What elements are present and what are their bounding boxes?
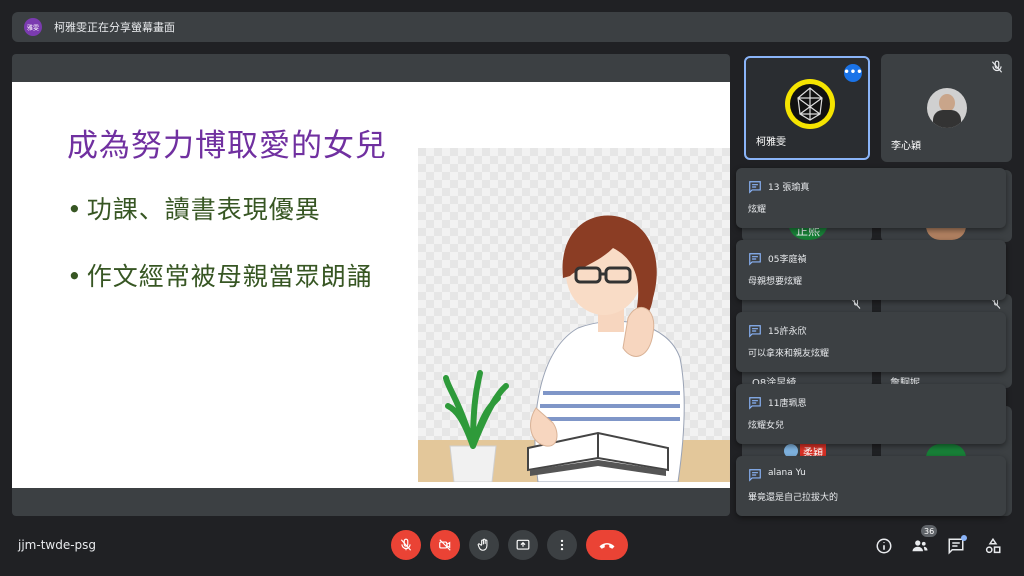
unread-dot bbox=[961, 535, 967, 541]
slide-title: 成為努力博取愛的女兒 bbox=[67, 128, 387, 164]
chat-message-toast[interactable]: alana Yu 畢竟還是自己拉拔大的 bbox=[736, 456, 1006, 516]
chat-sender: 13 張瑜真 bbox=[768, 183, 810, 193]
mic-toggle-button[interactable] bbox=[391, 530, 421, 560]
chat-message-toast[interactable]: 11唐珮恩 炫耀女兒 bbox=[736, 384, 1006, 444]
chat-message-toast[interactable]: 15許永欣 可以拿來和親友炫耀 bbox=[736, 312, 1006, 372]
mic-off-icon bbox=[400, 538, 412, 551]
chat-icon bbox=[749, 253, 761, 266]
more-options-button[interactable] bbox=[547, 530, 577, 560]
chat-message-toast[interactable]: 05李庭禎 母親想要炫耀 bbox=[736, 240, 1006, 300]
chat-message: 畢竟還是自己拉拔大的 bbox=[748, 493, 839, 503]
chat-icon bbox=[749, 397, 761, 410]
leave-call-button[interactable] bbox=[586, 530, 628, 560]
activities-button[interactable] bbox=[983, 536, 1003, 556]
chat-icon bbox=[749, 325, 761, 338]
participant-name: 柯雅雯 bbox=[756, 137, 786, 148]
sharing-banner-text: 柯雅雯正在分享螢幕畫面 bbox=[54, 21, 175, 34]
chat-message: 可以拿來和親友炫耀 bbox=[748, 349, 830, 359]
shared-slide: 成為努力博取愛的女兒 • 功課、讀書表現優異 • 作文經常被母親當眾朗誦 bbox=[12, 82, 730, 488]
info-icon bbox=[876, 538, 892, 554]
chat-sender: 15許永欣 bbox=[768, 327, 807, 337]
globe-avatar-icon bbox=[785, 79, 835, 129]
chat-sender: 05李庭禎 bbox=[768, 255, 807, 265]
chat-message: 炫耀 bbox=[748, 205, 767, 215]
slide-bullet: • 功課、讀書表現優異 bbox=[67, 190, 321, 226]
meeting-code: jjm-twde-psg bbox=[18, 538, 97, 552]
bullet-text: 作文經常被母親當眾朗誦 bbox=[86, 262, 373, 291]
chat-message: 炫耀女兒 bbox=[748, 421, 785, 431]
slide-bullet: • 作文經常被母親當眾朗誦 bbox=[67, 257, 373, 293]
presentation-area: 成為努力博取愛的女兒 • 功課、讀書表現優異 • 作文經常被母親當眾朗誦 bbox=[12, 54, 730, 516]
chat-sender: 11唐珮恩 bbox=[768, 399, 807, 409]
chat-icon bbox=[749, 181, 761, 194]
chat-icon bbox=[749, 469, 761, 482]
participant-avatar bbox=[927, 88, 967, 128]
sharing-banner: 雅雯 柯雅雯正在分享螢幕畫面 bbox=[12, 12, 1012, 42]
meeting-details-button[interactable] bbox=[874, 536, 894, 556]
present-button[interactable] bbox=[508, 530, 538, 560]
raise-hand-button[interactable] bbox=[469, 530, 499, 560]
mic-off-icon bbox=[991, 60, 1003, 73]
chat-message: 母親想要炫耀 bbox=[748, 277, 803, 287]
chat-message-toast[interactable]: 13 張瑜真 炫耀 bbox=[736, 168, 1006, 228]
participant-tile[interactable]: ••• 柯雅雯 bbox=[744, 56, 870, 160]
participant-name: 李心穎 bbox=[891, 141, 921, 152]
more-options-button[interactable]: ••• bbox=[843, 64, 863, 82]
camera-toggle-button[interactable] bbox=[430, 530, 460, 560]
people-button[interactable] bbox=[910, 536, 930, 556]
people-count-badge: 36 bbox=[921, 525, 938, 537]
raise-hand-icon bbox=[477, 538, 488, 551]
presenter-avatar: 雅雯 bbox=[24, 18, 42, 36]
reading-girl-illustration bbox=[418, 148, 730, 482]
participant-tile[interactable]: 李心穎 bbox=[881, 54, 1012, 162]
present-icon bbox=[516, 539, 530, 550]
more-options-icon bbox=[560, 539, 564, 551]
hang-up-icon bbox=[599, 543, 615, 549]
bullet-glyph: • bbox=[67, 262, 83, 291]
bullet-text: 功課、讀書表現優異 bbox=[86, 195, 321, 224]
camera-off-icon bbox=[439, 539, 451, 551]
activities-icon bbox=[985, 537, 1001, 554]
bullet-glyph: • bbox=[67, 195, 83, 224]
people-icon bbox=[912, 540, 928, 552]
chat-sender: alana Yu bbox=[768, 468, 806, 478]
